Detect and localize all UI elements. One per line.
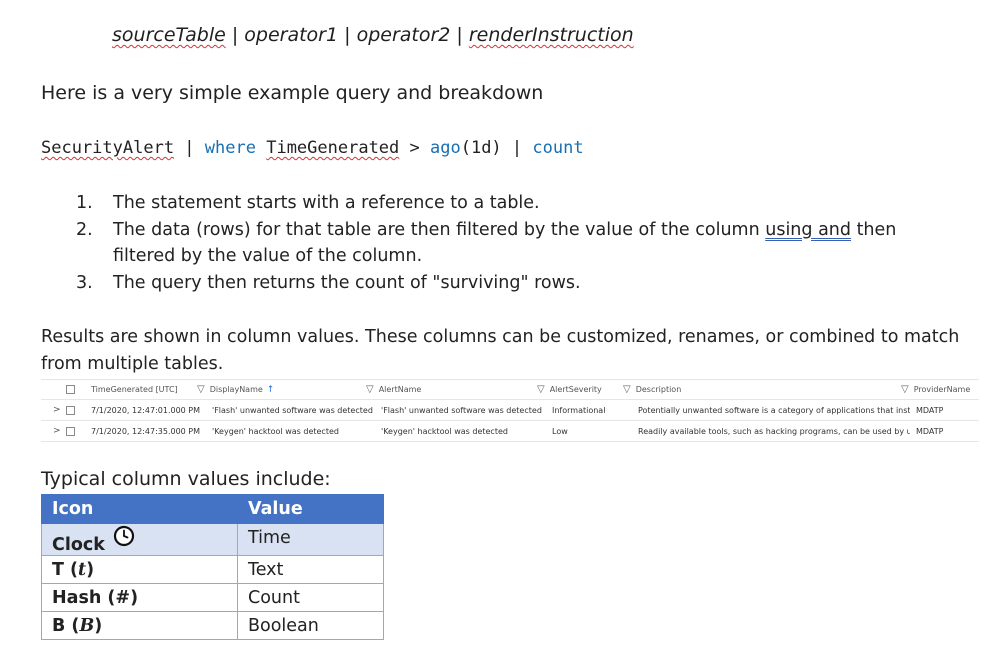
list-item: 2. The data (rows) for that table are th… — [76, 217, 956, 270]
cell-timegenerated: 7/1/2020, 12:47:01.000 PM — [91, 405, 201, 415]
grid-header-description[interactable]: ▽ Description — [623, 380, 681, 399]
filter-icon[interactable]: ▽ — [623, 384, 631, 395]
results-text: Results are shown in column values. Thes… — [41, 327, 960, 374]
types-header-row: Icon Value — [41, 494, 384, 524]
typical-title: Typical column values include: — [41, 468, 331, 490]
row-checkbox[interactable] — [66, 421, 75, 441]
query-where: where — [204, 138, 256, 158]
query-pipe: | — [501, 138, 533, 158]
cell-providername: MDATP — [916, 426, 944, 436]
type-icon-cell: Hash (#) — [41, 583, 238, 612]
list-text-a: The data (rows) for that table are then … — [113, 219, 766, 240]
filter-icon[interactable]: ▽ — [197, 384, 205, 395]
type-label-close: ) — [94, 615, 103, 636]
sort-up-icon: ↑ — [266, 384, 275, 395]
cell-description: Readily available tools, such as hacking… — [638, 426, 910, 436]
grid-header-displayname[interactable]: ▽ DisplayName ↑ — [197, 380, 274, 399]
table-row: Clock Time — [41, 523, 384, 556]
syntax-sep: | — [338, 24, 357, 46]
list-text: The query then returns the count of "sur… — [113, 272, 581, 293]
filter-icon[interactable]: ▽ — [901, 384, 909, 395]
type-label: B ( — [52, 615, 80, 636]
list-number: 1. — [76, 193, 93, 213]
type-label: Hash ( — [52, 587, 116, 608]
row-checkbox[interactable] — [66, 400, 75, 420]
syntax-render: renderInstruction — [468, 24, 634, 46]
grid-header-label: DisplayName — [209, 385, 263, 394]
type-label-close: ) — [130, 587, 139, 608]
cell-alertname: 'Keygen' hacktool was detected — [381, 426, 508, 436]
syntax-sep: | — [225, 24, 245, 46]
example-query: SecurityAlert | where TimeGenerated > ag… — [41, 138, 584, 158]
filter-icon[interactable]: ▽ — [366, 384, 374, 395]
cell-providername: MDATP — [916, 405, 944, 415]
steps-list: 1. The statement starts with a reference… — [76, 190, 956, 296]
query-pipe: | — [174, 138, 205, 158]
type-value-cell: Text — [237, 555, 384, 584]
cell-description: Potentially unwanted software is a categ… — [638, 405, 910, 415]
grid-header-label: ProviderName — [913, 385, 971, 394]
intro-text: Here is a very simple example query and … — [41, 82, 544, 104]
cell-alertseverity: Informational — [552, 405, 606, 415]
list-text: The statement starts with a reference to… — [113, 193, 540, 213]
cell-displayname: 'Flash' unwanted software was detected — [212, 405, 373, 415]
hash-type-symbol: # — [115, 587, 131, 608]
query-table: SecurityAlert — [41, 138, 175, 158]
table-row: T (t) Text — [41, 555, 384, 584]
grid-header-row: TimeGenerated [UTC] ▽ DisplayName ↑ ▽ Alert… — [41, 379, 979, 400]
type-label-close: ) — [86, 559, 95, 580]
types-header-icon: Icon — [41, 494, 238, 524]
clock-icon — [113, 525, 134, 547]
grid-header-alertname[interactable]: ▽ AlertName — [366, 380, 421, 399]
list-item: 3. The query then returns the count of "… — [76, 270, 956, 297]
table-row[interactable]: > 7/1/2020, 12:47:01.000 PM 'Flash' unwa… — [41, 400, 979, 421]
text-type-symbol: t — [78, 559, 87, 580]
type-label: Clock — [52, 535, 105, 555]
syntax-op1: operator1 — [244, 24, 339, 46]
boolean-type-symbol: B — [79, 615, 95, 636]
cell-alertseverity: Low — [552, 426, 568, 436]
syntax-source: sourceTable — [112, 24, 226, 46]
list-text: The data (rows) for that table are then … — [113, 217, 956, 270]
syntax-line: sourceTable | operator1 | operator2 | re… — [112, 24, 634, 46]
column-types-table: Icon Value Clock Time T (t) Text Hash (#… — [41, 494, 384, 640]
results-grid: TimeGenerated [UTC] ▽ DisplayName ↑ ▽ Alert… — [41, 379, 979, 442]
grid-header-timegenerated[interactable]: TimeGenerated [UTC] — [91, 380, 178, 399]
type-icon-cell: Clock — [41, 523, 238, 556]
type-value-cell: Count — [237, 583, 384, 612]
type-icon-cell: T (t) — [41, 555, 238, 584]
grid-header-providername[interactable]: ▽ ProviderName — [901, 380, 970, 399]
syntax-sep: | — [450, 24, 469, 46]
type-icon-cell: B (B) — [41, 611, 238, 640]
list-text-underlined: using and — [765, 219, 851, 240]
table-row: B (B) Boolean — [41, 611, 384, 640]
select-all-checkbox[interactable] — [66, 380, 75, 399]
cell-displayname: 'Keygen' hacktool was detected — [212, 426, 339, 436]
query-ago-arg: (1d) — [460, 138, 502, 158]
types-header-value: Value — [237, 494, 384, 524]
table-row: Hash (#) Count — [41, 583, 384, 612]
grid-header-alertseverity[interactable]: ▽ AlertSeverity — [537, 380, 602, 399]
type-value-cell: Time — [237, 523, 384, 556]
grid-header-label: Description — [635, 385, 682, 394]
cell-alertname: 'Flash' unwanted software was detected — [381, 405, 542, 415]
grid-header-label: AlertName — [378, 385, 422, 394]
list-item: 1. The statement starts with a reference… — [76, 190, 956, 217]
expand-chevron-icon[interactable]: > — [53, 421, 61, 441]
query-gt: > — [399, 138, 430, 158]
expand-chevron-icon[interactable]: > — [53, 400, 61, 420]
list-number: 3. — [76, 272, 93, 293]
query-ago: ago — [430, 138, 461, 158]
query-count: count — [532, 138, 584, 158]
filter-icon[interactable]: ▽ — [537, 384, 545, 395]
table-row[interactable]: > 7/1/2020, 12:47:35.000 PM 'Keygen' hac… — [41, 421, 979, 442]
cell-timegenerated: 7/1/2020, 12:47:35.000 PM — [91, 426, 201, 436]
list-number: 2. — [76, 219, 93, 240]
type-label: T ( — [52, 559, 79, 580]
grid-header-label: AlertSeverity — [549, 385, 602, 394]
query-column: TimeGenerated — [266, 138, 400, 158]
syntax-op2: operator2 — [356, 24, 451, 46]
type-value-cell: Boolean — [237, 611, 384, 640]
